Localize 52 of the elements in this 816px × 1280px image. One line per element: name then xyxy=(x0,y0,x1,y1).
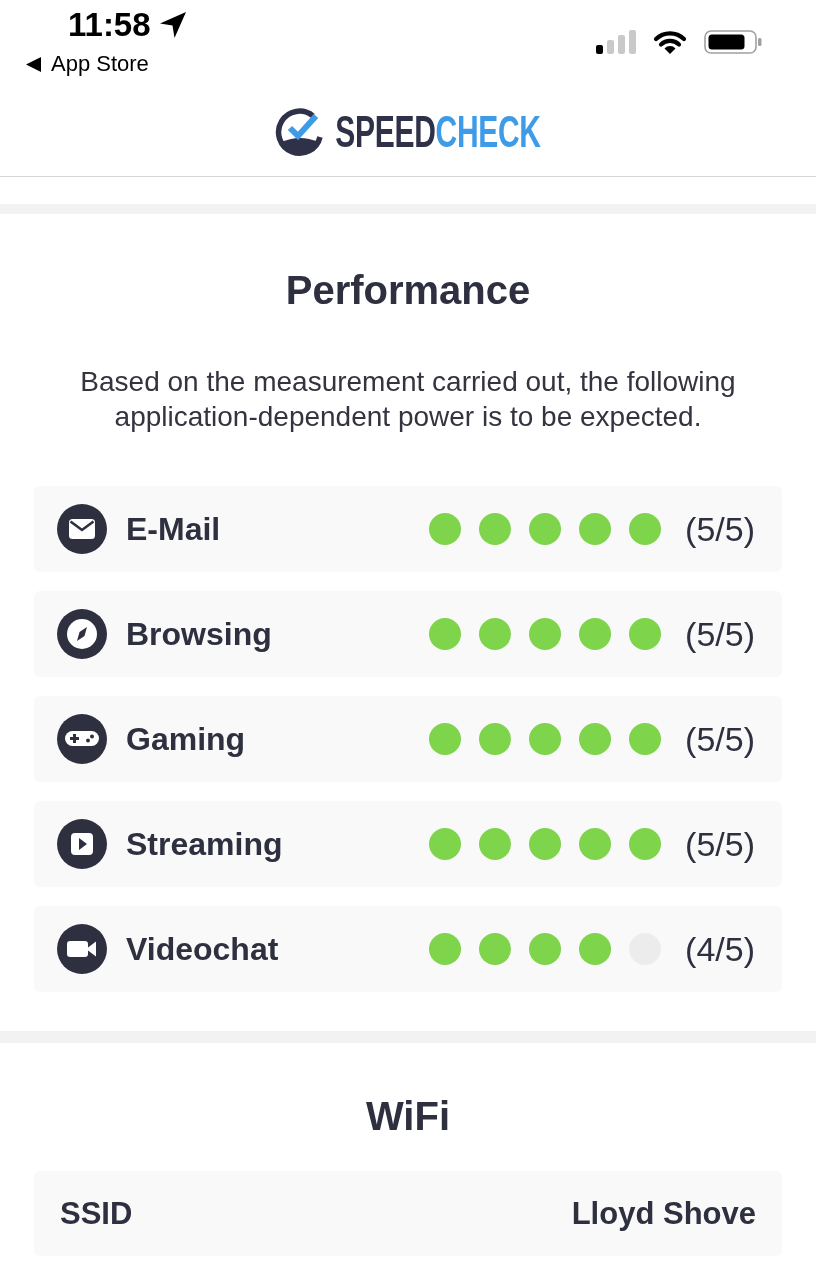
rating-dot-icon xyxy=(579,723,612,755)
status-time: 11:58 xyxy=(68,6,151,44)
rating-dot-icon xyxy=(579,513,612,545)
camera-icon xyxy=(57,924,107,974)
play-icon xyxy=(57,819,107,869)
rating-dot-icon xyxy=(579,933,612,965)
back-icon xyxy=(26,56,41,72)
rating-dot-icon xyxy=(529,618,562,650)
rating-dot-icon xyxy=(629,618,662,650)
gamepad-icon xyxy=(57,714,107,764)
score-text: (5/5) xyxy=(685,719,755,759)
section-title: WiFi xyxy=(364,1093,452,1140)
rating-dot-icon xyxy=(429,933,462,965)
rating-dot-icon xyxy=(429,828,462,860)
section-title: Performance xyxy=(284,267,532,314)
section-description: Based on the measurement carried out, the following application-dependent power is to be expected. xyxy=(79,365,737,434)
rating-dot-icon xyxy=(479,723,512,755)
logo-text: SPEEDCHECK xyxy=(335,109,541,155)
rating-dot-icon xyxy=(629,723,662,755)
signal-icon xyxy=(596,29,636,54)
compass-icon xyxy=(57,609,107,659)
score-text: (5/5) xyxy=(685,824,755,864)
battery-icon xyxy=(704,29,762,54)
rating-dot-icon xyxy=(479,828,512,860)
location-arrow-icon xyxy=(158,11,187,39)
rating-dot-icon xyxy=(479,513,512,545)
rating-dot-icon xyxy=(629,513,662,545)
row-label: Gaming xyxy=(126,720,246,758)
info-label: SSID xyxy=(60,1195,133,1232)
score-text: (4/5) xyxy=(685,929,755,969)
back-button[interactable]: App Store xyxy=(26,51,149,77)
rating-dot-icon xyxy=(479,618,512,650)
rating-dot-icon xyxy=(529,513,562,545)
rating-dot-icon xyxy=(429,618,462,650)
row-label: Streaming xyxy=(126,825,283,863)
rating-dot-icon xyxy=(579,618,612,650)
rating-dot-icon xyxy=(529,933,562,965)
email-icon xyxy=(57,504,107,554)
rating-dot-icon xyxy=(629,828,662,860)
row-label: E-Mail xyxy=(126,510,221,548)
row-label: Browsing xyxy=(126,615,272,653)
rating-dot-icon xyxy=(579,828,612,860)
info-value: Lloyd Shove xyxy=(571,1195,756,1232)
rating-dot-icon xyxy=(429,723,462,755)
row-label: Videochat xyxy=(126,930,279,968)
score-text: (5/5) xyxy=(685,509,755,549)
rating-dot-icon xyxy=(479,933,512,965)
rating-dot-icon xyxy=(529,723,562,755)
rating-dot-icon xyxy=(429,513,462,545)
rating-dot-icon xyxy=(529,828,562,860)
score-text: (5/5) xyxy=(685,614,755,654)
wifi-icon xyxy=(652,28,688,55)
